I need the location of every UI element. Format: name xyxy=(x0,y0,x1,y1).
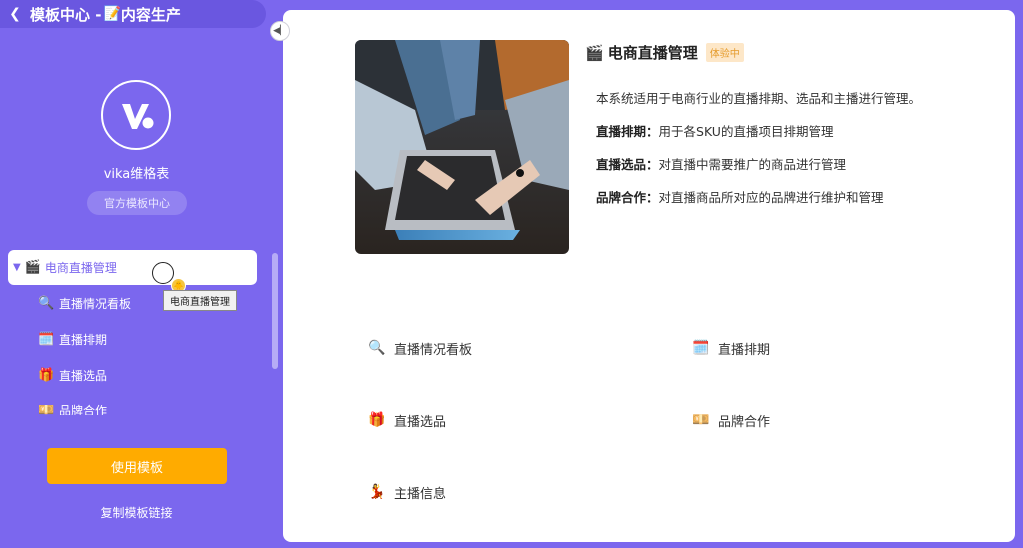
magnifier-icon: 🔍 xyxy=(368,340,386,356)
sidebar: ❮ 模板中心 - 📝 内容生产 vika维格表 官方模板中心 ▼ 🎬 电商直播管… xyxy=(0,0,283,548)
template-tree: ▼ 🎬 电商直播管理 🔍 直播情况看板 🗓️ 直播排期 🎁 直播选品 💴 品牌合… xyxy=(0,240,270,415)
header-category: 内容生产 xyxy=(120,5,181,24)
feature-name: 品牌合作： xyxy=(596,190,659,205)
collapse-sidebar-icon[interactable]: ◀▏ xyxy=(270,21,290,41)
feature-name: 直播选品： xyxy=(596,157,659,172)
link-label: 直播选品 xyxy=(394,414,447,430)
link-live-selection[interactable]: 🎁 直播选品 xyxy=(368,409,446,431)
brand-avatar xyxy=(101,80,171,150)
trial-badge: 体验中 xyxy=(705,43,744,62)
gift-icon: 🎁 xyxy=(368,412,386,428)
official-badge[interactable]: 官方模板中心 xyxy=(87,191,187,215)
feature-row: 直播排期：用于各SKU的直播项目排期管理 xyxy=(596,121,936,143)
tree-item-label: 电商直播管理 xyxy=(44,261,117,275)
link-live-schedule[interactable]: 🗓️ 直播排期 xyxy=(692,337,770,359)
tree-item-live-selection[interactable]: 🎁 直播选品 xyxy=(38,365,107,385)
feature-text: 用于各SKU的直播项目排期管理 xyxy=(658,124,834,139)
chevron-left-icon[interactable]: ❮ xyxy=(0,6,30,22)
template-description: 本系统适用于电商行业的直播排期、选品和主播进行管理。 直播排期：用于各SKU的直… xyxy=(596,88,936,220)
tree-item-ecommerce-live[interactable]: ▼ 🎬 电商直播管理 xyxy=(8,250,257,285)
tree-item-live-schedule[interactable]: 🗓️ 直播排期 xyxy=(38,329,107,349)
feature-row: 品牌合作：对直播商品所对应的品牌进行维护和管理 xyxy=(596,187,936,209)
template-cover-image xyxy=(355,40,569,254)
laptop-photo xyxy=(355,40,569,254)
description-intro: 本系统适用于电商行业的直播排期、选品和主播进行管理。 xyxy=(596,91,922,106)
magnifier-icon: 🔍 xyxy=(38,295,55,311)
copy-template-link[interactable]: 复制模板链接 xyxy=(0,504,273,521)
template-title-text: 电商直播管理 xyxy=(607,44,698,62)
sidebar-scrollbar[interactable] xyxy=(272,253,278,369)
link-label: 品牌合作 xyxy=(718,414,771,430)
caret-down-icon[interactable]: ▼ xyxy=(13,262,21,273)
feature-text: 对直播中需要推广的商品进行管理 xyxy=(658,157,847,172)
template-detail-panel: 🎬 电商直播管理 体验中 本系统适用于电商行业的直播排期、选品和主播进行管理。 … xyxy=(283,10,1015,542)
tree-item-label: 直播排期 xyxy=(59,332,108,347)
gift-icon: 🎁 xyxy=(38,367,55,383)
feature-name: 直播排期： xyxy=(596,124,659,139)
calendar-icon: 🗓️ xyxy=(692,340,710,356)
yen-banknote-icon: 💴 xyxy=(38,402,55,416)
template-center-header: ❮ 模板中心 - 📝 内容生产 xyxy=(0,0,266,28)
tree-item-label: 直播选品 xyxy=(59,368,108,383)
clapper-icon: 🎬 xyxy=(585,43,604,62)
link-label: 直播情况看板 xyxy=(394,342,473,358)
yen-banknote-icon: 💴 xyxy=(692,412,710,428)
calendar-icon: 🗓️ xyxy=(38,331,55,347)
dancer-icon: 💃 xyxy=(368,484,386,500)
brand-name: vika维格表 xyxy=(103,167,170,182)
template-title: 🎬 电商直播管理 体验中 xyxy=(585,42,744,63)
tooltip: 电商直播管理 xyxy=(163,290,237,311)
vika-logo-icon xyxy=(122,104,154,129)
use-template-button[interactable]: 使用模板 xyxy=(47,448,227,484)
tree-item-label: 品牌合作 xyxy=(59,403,108,416)
mouse-cursor xyxy=(152,262,174,284)
link-label: 直播排期 xyxy=(718,342,771,358)
header-title: 模板中心 - xyxy=(30,5,102,24)
tree-item-live-dashboard[interactable]: 🔍 直播情况看板 xyxy=(38,293,131,313)
memo-icon: 📝 xyxy=(103,6,121,22)
tree-item-brand-cooperation[interactable]: 💴 品牌合作 xyxy=(38,400,108,416)
link-label: 主播信息 xyxy=(394,486,447,502)
feature-text: 对直播商品所对应的品牌进行维护和管理 xyxy=(658,190,884,205)
tree-item-label: 直播情况看板 xyxy=(59,296,132,311)
clapper-icon: 🎬 xyxy=(24,260,41,275)
link-brand-cooperation[interactable]: 💴 品牌合作 xyxy=(692,409,770,431)
link-anchor-info[interactable]: 💃 主播信息 xyxy=(368,481,446,503)
feature-row: 直播选品：对直播中需要推广的商品进行管理 xyxy=(596,154,936,176)
link-live-dashboard[interactable]: 🔍 直播情况看板 xyxy=(368,337,472,359)
